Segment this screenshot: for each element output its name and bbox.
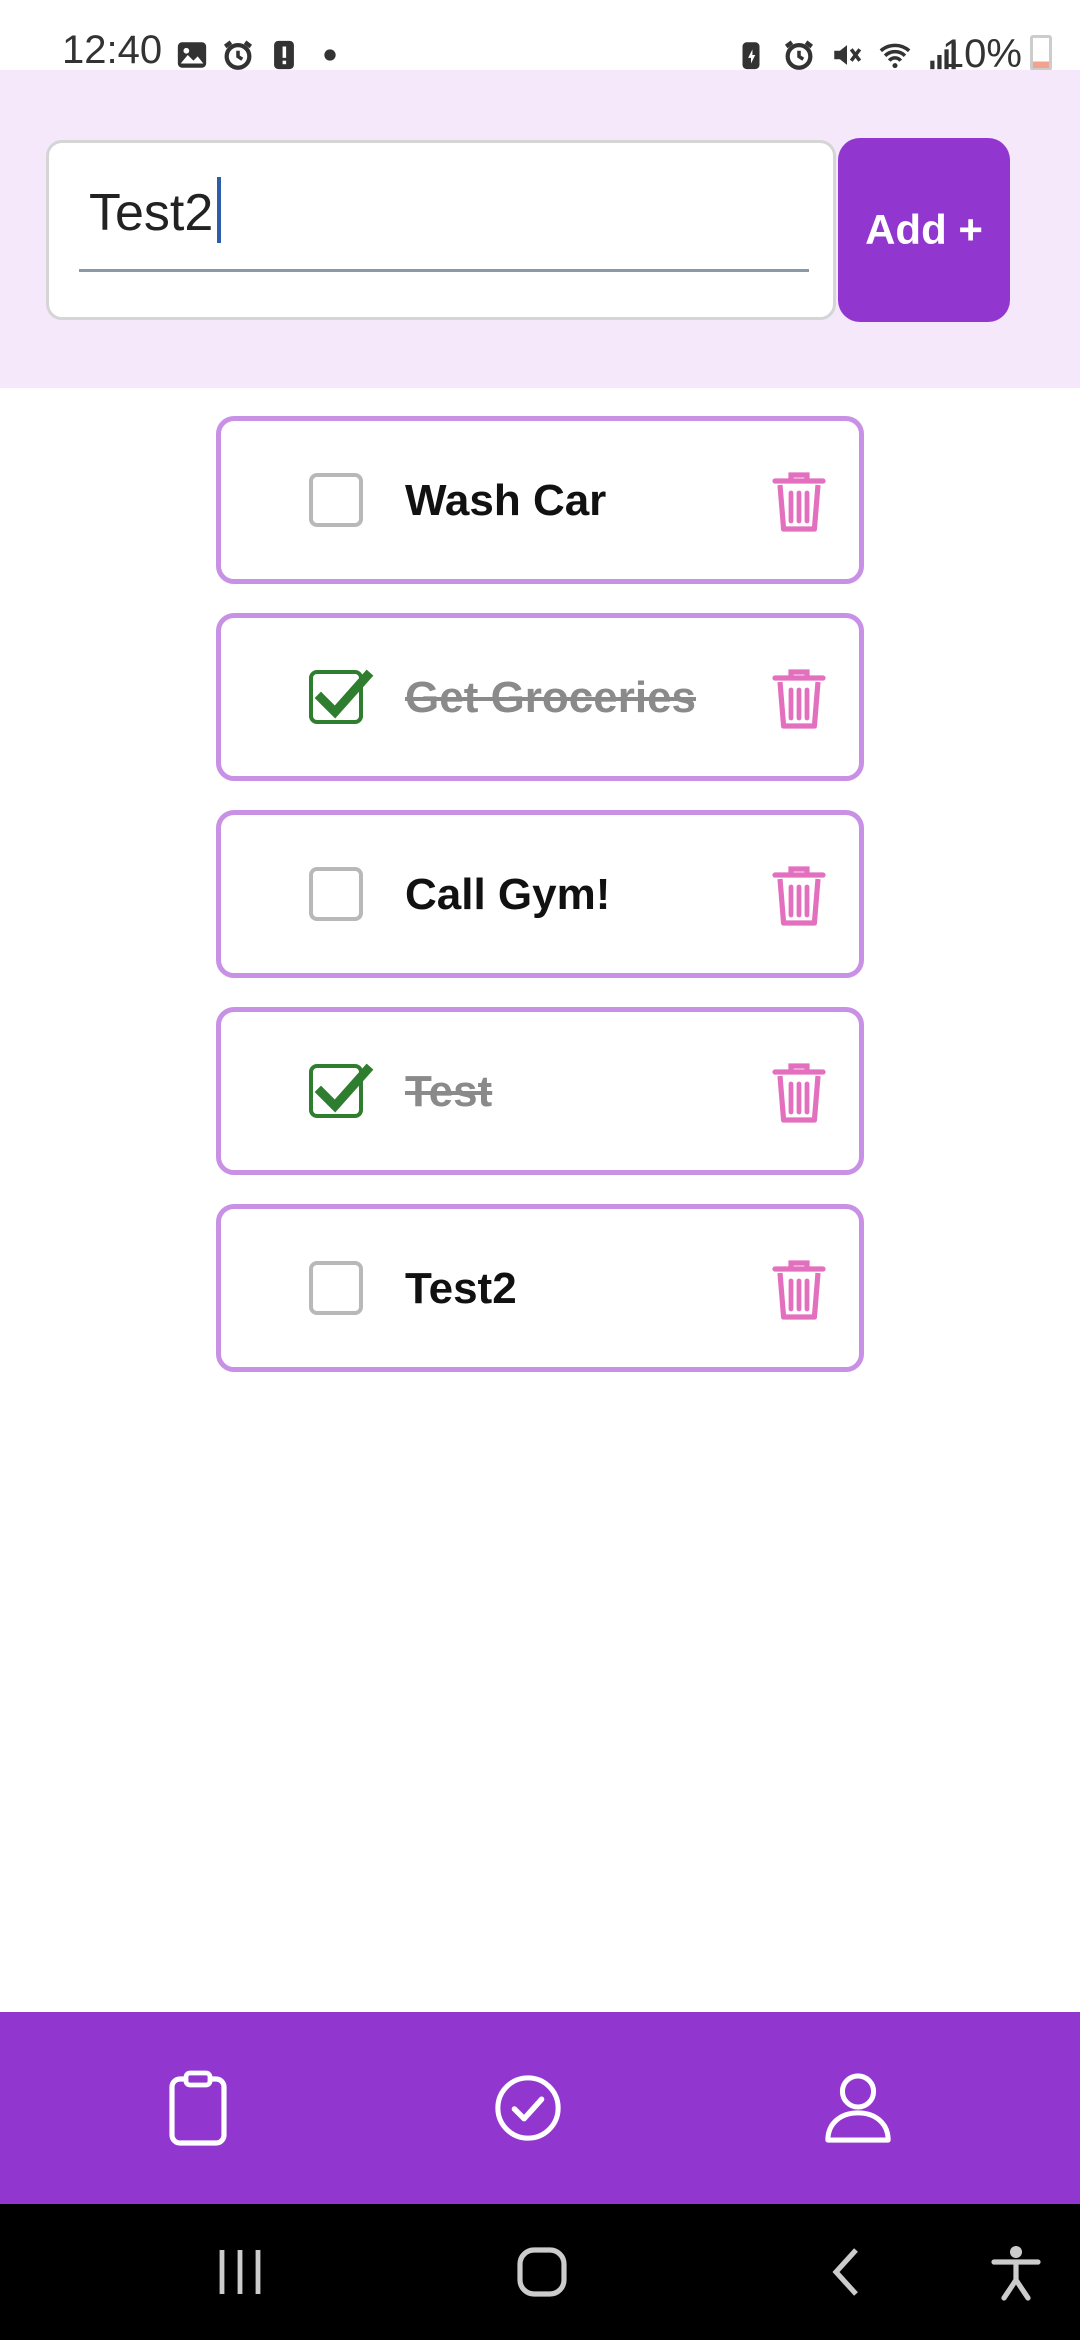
task-label: Test2: [405, 1264, 517, 1313]
alarm-icon: [223, 40, 253, 70]
trash-icon[interactable]: [771, 469, 827, 535]
status-left-icons: [175, 38, 347, 72]
trash-icon[interactable]: [771, 863, 827, 929]
nav-tasks-button[interactable]: [148, 2058, 248, 2158]
checkmark-icon: [314, 1063, 374, 1113]
status-right-icons: [734, 38, 960, 72]
task-checkbox[interactable]: [309, 1063, 374, 1118]
task-label: Test: [405, 1067, 493, 1116]
task-label: Call Gym!: [405, 870, 611, 919]
task-item: Get Groceries: [216, 613, 864, 781]
clipboard-icon: [169, 2070, 227, 2146]
battery-icon: [1030, 35, 1052, 71]
status-bar: 12:40 10%: [0, 0, 1080, 74]
task-checkbox[interactable]: [309, 867, 363, 921]
todo-app-screen: 12:40 10% Add + Wash Car: [0, 0, 1080, 2340]
accessibility-icon[interactable]: [986, 2242, 1046, 2302]
task-input[interactable]: [77, 163, 801, 263]
task-item: Test2: [216, 1204, 864, 1372]
image-icon: [177, 42, 207, 68]
input-underline: [79, 269, 809, 272]
alarm-icon: [784, 40, 814, 70]
task-list: Wash Car Get Groceries Call Gym! Test Te…: [216, 416, 864, 1401]
wifi-icon: [879, 43, 911, 69]
bottom-nav: [0, 2012, 1080, 2204]
nav-completed-button[interactable]: [478, 2058, 578, 2158]
battery-indicator: 10%: [942, 34, 1052, 74]
user-icon: [825, 2073, 891, 2143]
recent-apps-icon[interactable]: [210, 2242, 270, 2302]
trash-icon[interactable]: [771, 1257, 827, 1323]
status-time: 12:40: [62, 28, 163, 72]
home-icon[interactable]: [512, 2242, 572, 2302]
alert-icon: [274, 40, 294, 70]
add-task-button[interactable]: Add +: [838, 138, 1010, 322]
task-input-card: [46, 140, 836, 320]
task-item: Wash Car: [216, 416, 864, 584]
mute-icon: [834, 45, 862, 65]
trash-icon[interactable]: [771, 666, 827, 732]
check-circle-icon: [495, 2075, 561, 2141]
nav-profile-button[interactable]: [808, 2058, 908, 2158]
trash-icon[interactable]: [771, 1060, 827, 1126]
checkmark-icon: [314, 669, 374, 719]
task-checkbox[interactable]: [309, 1261, 363, 1315]
task-checkbox[interactable]: [309, 669, 374, 724]
system-nav-bar: [0, 2204, 1080, 2340]
task-label: Wash Car: [405, 476, 607, 525]
task-checkbox[interactable]: [309, 473, 363, 527]
back-icon[interactable]: [818, 2242, 878, 2302]
battery-saver-icon: [742, 42, 760, 70]
dot-icon: [324, 49, 336, 61]
add-task-panel: Add +: [0, 70, 1080, 388]
text-caret: [217, 177, 221, 243]
task-item: Test: [216, 1007, 864, 1175]
task-label: Get Groceries: [405, 673, 697, 722]
task-item: Call Gym!: [216, 810, 864, 978]
